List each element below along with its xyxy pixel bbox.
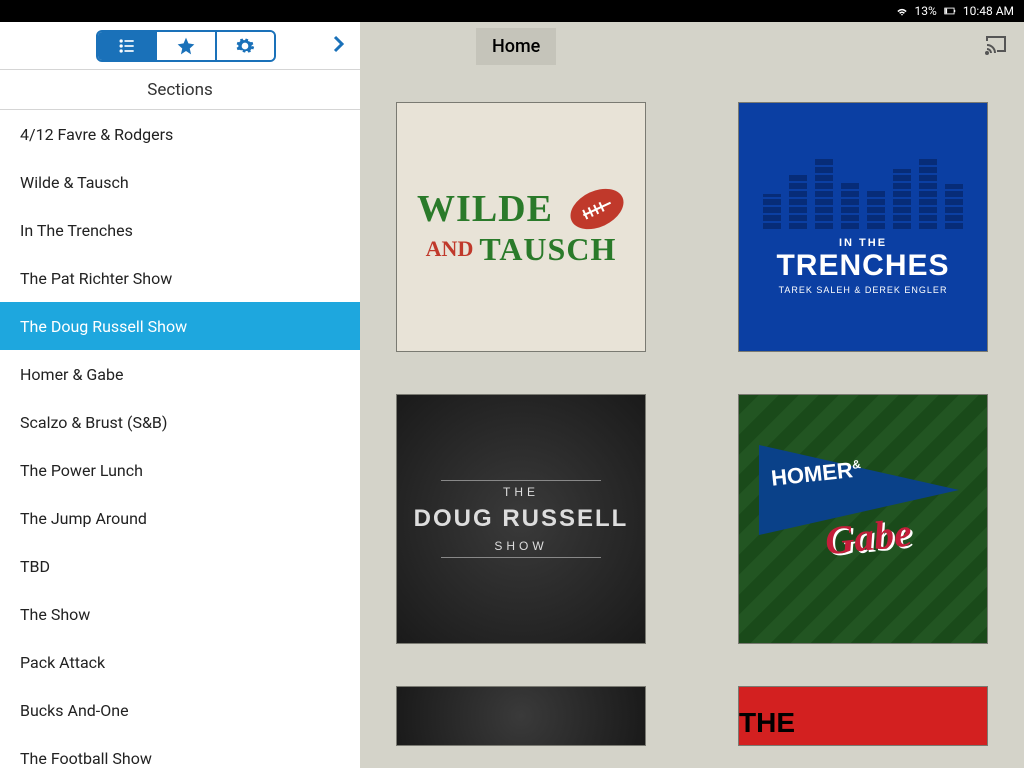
section-item[interactable]: In The Trenches: [0, 206, 360, 254]
football-icon: [564, 180, 630, 236]
sidebar-topbar: [0, 22, 360, 70]
hg-gabe: Gabe: [823, 509, 914, 565]
section-item[interactable]: Scalzo & Brust (S&B): [0, 398, 360, 446]
drs-show: SHOW: [494, 539, 547, 553]
drs-title: DOUG RUSSELL: [414, 505, 629, 533]
tile-partial-right[interactable]: THE: [738, 686, 988, 746]
tab-favorites[interactable]: [157, 32, 216, 60]
itt-title: TRENCHES: [776, 249, 949, 283]
show-grid: WILDE AND TAUSCH IN THE TRENCHES TAREK S…: [360, 70, 1024, 746]
tile-partial-left[interactable]: [396, 686, 646, 746]
section-item[interactable]: 4/12 Favre & Rodgers: [0, 110, 360, 158]
red-the: THE: [739, 707, 795, 739]
section-item[interactable]: Homer & Gabe: [0, 350, 360, 398]
equalizer-icon: [763, 159, 963, 229]
sections-header: Sections: [0, 70, 360, 110]
view-tabs: [96, 30, 276, 62]
main-content: Home WILDE AND TAUSCH: [360, 22, 1024, 768]
section-item[interactable]: Wilde & Tausch: [0, 158, 360, 206]
cast-button[interactable]: [984, 32, 1008, 60]
section-item[interactable]: The Football Show: [0, 734, 360, 768]
status-bar: 13% 10:48 AM: [0, 0, 1024, 22]
gear-icon: [235, 36, 255, 56]
collapse-sidebar-button[interactable]: [326, 32, 350, 60]
main-header: Home: [360, 22, 1024, 70]
hg-amp: &: [851, 457, 861, 472]
star-icon: [176, 36, 196, 56]
tile-homer-gabe[interactable]: HOMER& Gabe: [738, 394, 988, 644]
wt-line1: WILDE: [417, 187, 553, 231]
tab-list[interactable]: [98, 32, 157, 60]
wt-line2: TAUSCH: [479, 231, 616, 268]
list-icon: [117, 36, 137, 56]
section-item[interactable]: Bucks And-One: [0, 686, 360, 734]
section-item[interactable]: The Pat Richter Show: [0, 254, 360, 302]
tile-doug-russell[interactable]: THE DOUG RUSSELL SHOW: [396, 394, 646, 644]
battery-icon: [943, 4, 957, 18]
section-item[interactable]: The Power Lunch: [0, 446, 360, 494]
battery-percent: 13%: [915, 4, 937, 18]
cast-icon: [984, 32, 1008, 56]
section-item[interactable]: The Jump Around: [0, 494, 360, 542]
chevron-right-icon: [326, 32, 350, 56]
itt-sub: TAREK SALEH & DEREK ENGLER: [779, 285, 948, 295]
tab-settings[interactable]: [217, 32, 274, 60]
status-time: 10:48 AM: [963, 4, 1014, 18]
section-item[interactable]: The Doug Russell Show: [0, 302, 360, 350]
tile-wilde-tausch[interactable]: WILDE AND TAUSCH: [396, 102, 646, 352]
home-button[interactable]: Home: [476, 28, 556, 65]
sidebar: Sections 4/12 Favre & RodgersWilde & Tau…: [0, 22, 360, 768]
itt-in: IN THE: [839, 237, 887, 249]
section-list[interactable]: 4/12 Favre & RodgersWilde & TauschIn The…: [0, 110, 360, 768]
tile-in-the-trenches[interactable]: IN THE TRENCHES TAREK SALEH & DEREK ENGL…: [738, 102, 988, 352]
wt-and: AND: [426, 236, 474, 262]
wifi-icon: [895, 4, 909, 18]
section-item[interactable]: Pack Attack: [0, 638, 360, 686]
section-item[interactable]: TBD: [0, 542, 360, 590]
drs-the: THE: [503, 485, 539, 499]
section-item[interactable]: The Show: [0, 590, 360, 638]
